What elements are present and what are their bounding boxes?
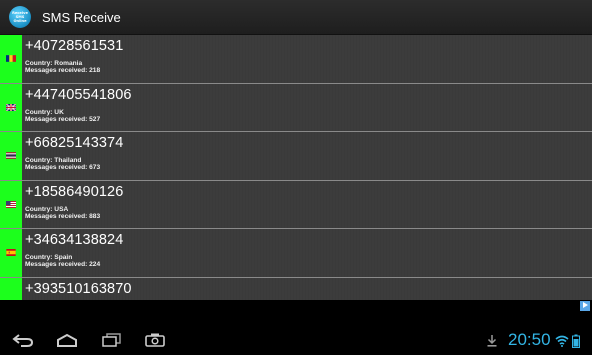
messages-count: Messages received: 527: [25, 115, 101, 123]
status-icons[interactable]: [555, 334, 580, 348]
home-icon: [57, 333, 77, 347]
messages-count: Messages received: 224: [25, 261, 101, 268]
flag-column: [0, 277, 22, 300]
ad-choices-icon[interactable]: [580, 301, 590, 311]
back-arrow-icon: [12, 334, 34, 347]
phone-number: +393510163870: [25, 280, 132, 297]
wifi-icon: [555, 335, 569, 347]
list-item[interactable]: +18586490126 Country: USA Messages recei…: [0, 180, 592, 229]
country-label: Country: Spain: [25, 254, 73, 261]
list-item[interactable]: +40728561531 Country: Romania Messages r…: [0, 35, 592, 84]
flag-column: [0, 180, 22, 228]
country-label: Country: Romania: [25, 60, 83, 67]
country-label: Country: USA: [25, 205, 69, 213]
flag-column: [0, 35, 22, 83]
thailand-flag-icon: [6, 152, 16, 160]
phone-number: +447405541806: [25, 86, 132, 103]
camera-icon: [145, 333, 165, 347]
recent-apps-icon: [102, 333, 121, 347]
country-label: Country: Thailand: [25, 157, 82, 164]
flag-column: [0, 83, 22, 131]
number-details: Country: Romania Messages received: 218: [25, 60, 100, 74]
phone-number: +40728561531: [25, 38, 124, 54]
status-clock[interactable]: 20:50: [508, 330, 551, 350]
spain-flag-icon: [6, 249, 16, 257]
battery-icon: [572, 334, 580, 348]
home-button[interactable]: [54, 330, 80, 350]
number-list[interactable]: +40728561531 Country: Romania Messages r…: [0, 35, 592, 300]
messages-count: Messages received: 883: [25, 212, 101, 220]
usa-flag-icon: [6, 200, 16, 208]
app-title: SMS Receive: [42, 9, 121, 25]
download-notification-icon[interactable]: [486, 334, 498, 353]
flag-column: [0, 229, 22, 277]
number-details: Country: Spain Messages received: 224: [25, 254, 100, 268]
phone-number: +34634138824: [25, 232, 124, 248]
phone-number: +18586490126: [25, 183, 124, 200]
download-icon: [487, 335, 497, 347]
app-icon[interactable]: Receive SMS Online: [9, 6, 31, 28]
phone-number: +66825143374: [25, 135, 124, 151]
romania-flag-icon: [6, 55, 16, 63]
recent-apps-button[interactable]: [98, 330, 124, 350]
country-label: Country: UK: [25, 108, 64, 116]
back-button[interactable]: [10, 330, 36, 350]
screenshot-button[interactable]: [142, 330, 168, 350]
number-details: Country: UK Messages received: 527: [25, 109, 100, 123]
action-bar: Receive SMS Online SMS Receive: [0, 0, 592, 35]
number-details: Country: Thailand Messages received: 673: [25, 157, 100, 171]
app-icon-text-3: Online: [13, 19, 27, 23]
uk-flag-icon: [6, 103, 16, 111]
system-navigation-bar: [0, 326, 592, 355]
number-details: Country: USA Messages received: 883: [25, 206, 100, 220]
list-item[interactable]: +66825143374 Country: Thailand Messages …: [0, 132, 592, 181]
list-item[interactable]: +34634138824 Country: Spain Messages rec…: [0, 229, 592, 278]
list-item[interactable]: +447405541806 Country: UK Messages recei…: [0, 83, 592, 132]
messages-count: Messages received: 218: [25, 67, 101, 74]
ad-info-icon: [583, 302, 588, 308]
ad-banner[interactable]: [0, 300, 592, 326]
flag-column: [0, 132, 22, 180]
list-item[interactable]: +393510163870: [0, 277, 592, 300]
messages-count: Messages received: 673: [25, 164, 101, 171]
